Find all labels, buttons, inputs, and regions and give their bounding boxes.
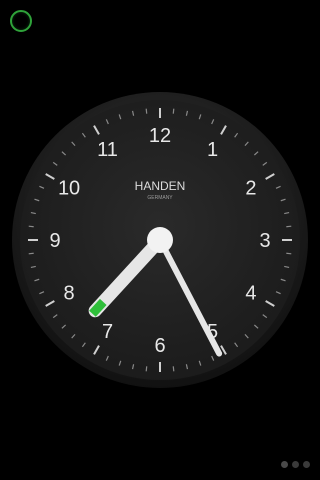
minute-tick [286, 252, 292, 255]
minute-tick [145, 108, 148, 114]
numeral-12: 12 [149, 125, 171, 147]
page-indicator[interactable] [281, 461, 310, 468]
numeral-6: 6 [154, 335, 165, 357]
page-dot[interactable] [281, 461, 288, 468]
minute-tick [145, 366, 148, 372]
clock-face: 121234567891011 HANDEN GERMANY [12, 92, 308, 388]
minute-tick [172, 108, 175, 114]
numeral-9: 9 [49, 230, 60, 252]
brand-origin: GERMANY [147, 195, 173, 201]
numeral-10: 10 [58, 178, 80, 200]
analog-clock: 12 1 2 3 4 5 6 7 8 9 10 11 HANDEN GERMANY [10, 90, 310, 390]
status-ring-icon[interactable] [10, 10, 32, 32]
minute-tick [286, 225, 292, 228]
numeral-1: 1 [207, 139, 218, 161]
page-dot[interactable] [292, 461, 299, 468]
center-cap [147, 227, 173, 253]
numeral-4: 4 [245, 283, 256, 305]
numeral-11: 11 [97, 139, 118, 161]
page-dot[interactable] [303, 461, 310, 468]
numeral-8: 8 [64, 283, 75, 305]
brand-name: HANDEN [135, 179, 186, 193]
numeral-7: 7 [102, 321, 113, 343]
minute-tick [28, 225, 34, 228]
minute-tick [172, 366, 175, 372]
numeral-2: 2 [245, 178, 256, 200]
minute-tick [28, 252, 34, 255]
numeral-3: 3 [259, 230, 270, 252]
